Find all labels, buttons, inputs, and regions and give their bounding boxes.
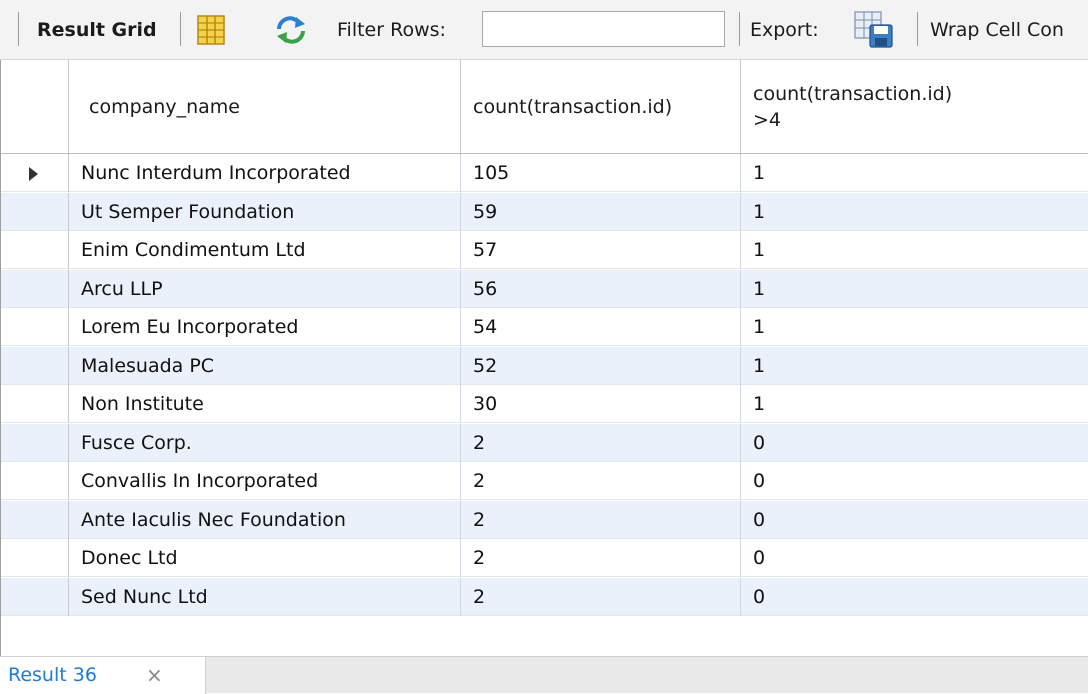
table-row[interactable]: Lorem Eu Incorporated 54 1 (1, 308, 1088, 346)
cell-count-gt4[interactable]: 1 (741, 154, 1088, 192)
toolbar-separator (18, 12, 19, 46)
row-gutter[interactable] (1, 308, 69, 346)
row-gutter[interactable] (1, 192, 69, 231)
row-gutter[interactable] (1, 231, 69, 269)
cell-count-gt4[interactable]: 0 (741, 578, 1088, 616)
row-gutter[interactable] (1, 346, 69, 385)
cell-count-gt4[interactable]: 0 (741, 424, 1088, 462)
cell-company-name[interactable]: Donec Ltd (69, 539, 461, 577)
cell-count[interactable]: 56 (461, 269, 741, 308)
header-gutter (1, 60, 69, 153)
row-gutter[interactable] (1, 462, 69, 500)
cell-company-name[interactable]: Ut Semper Foundation (69, 192, 461, 231)
result-grid: company_name count(transaction.id) count… (0, 60, 1088, 656)
table-row[interactable]: Arcu LLP 56 1 (1, 269, 1088, 308)
table-row[interactable]: Fusce Corp. 2 0 (1, 423, 1088, 462)
cell-count-gt4[interactable]: 1 (741, 347, 1088, 385)
table-row[interactable]: Sed Nunc Ltd 2 0 (1, 577, 1088, 616)
cell-count[interactable]: 2 (461, 577, 741, 616)
close-icon[interactable]: × (146, 657, 163, 693)
table-row[interactable]: Ut Semper Foundation 59 1 (1, 192, 1088, 231)
cell-count-gt4[interactable]: 1 (741, 385, 1088, 423)
cell-company-name[interactable]: Convallis In Incorporated (69, 462, 461, 500)
result-toolbar: Result Grid Filter Rows: Export: Wrap Ce… (0, 0, 1088, 60)
export-label: Export: (750, 19, 819, 41)
result-grid-button[interactable]: Result Grid (37, 0, 157, 60)
cell-company-name[interactable]: Enim Condimentum Ltd (69, 231, 461, 269)
grid-layout-icon[interactable] (194, 13, 228, 51)
filter-rows-label: Filter Rows: (337, 19, 446, 41)
result-tab-label: Result 36 (8, 664, 97, 686)
cell-company-name[interactable]: Ante Iaculis Nec Foundation (69, 500, 461, 539)
table-row[interactable]: Donec Ltd 2 0 (1, 539, 1088, 577)
cell-company-name[interactable]: Arcu LLP (69, 269, 461, 308)
cell-count-gt4[interactable]: 0 (741, 501, 1088, 539)
row-gutter[interactable] (1, 500, 69, 539)
row-gutter[interactable] (1, 539, 69, 577)
export-save-icon[interactable] (853, 10, 897, 54)
cell-company-name[interactable]: Nunc Interdum Incorporated (69, 154, 461, 192)
column-header-company-name[interactable]: company_name (69, 60, 461, 153)
table-row[interactable]: Non Institute 30 1 (1, 385, 1088, 423)
cell-count-gt4[interactable]: 1 (741, 193, 1088, 231)
column-header-count[interactable]: count(transaction.id) (461, 60, 741, 153)
cell-count[interactable]: 2 (461, 462, 741, 500)
toolbar-separator (180, 12, 181, 46)
toolbar-separator (739, 12, 740, 46)
cell-count[interactable]: 2 (461, 539, 741, 577)
cell-count-gt4[interactable]: 1 (741, 308, 1088, 346)
row-gutter[interactable] (1, 577, 69, 616)
cell-count[interactable]: 2 (461, 423, 741, 462)
column-header-label: count(transaction.id) (473, 95, 673, 118)
row-gutter[interactable] (1, 269, 69, 308)
wrap-cell-content-toggle[interactable]: Wrap Cell Con (930, 0, 1064, 60)
cell-count[interactable]: 57 (461, 231, 741, 269)
cell-count-gt4[interactable]: 0 (741, 539, 1088, 577)
refresh-icon[interactable] (274, 15, 308, 49)
filter-rows-input[interactable] (482, 11, 725, 47)
cell-company-name[interactable]: Fusce Corp. (69, 423, 461, 462)
cell-count[interactable]: 30 (461, 385, 741, 423)
table-row[interactable]: Enim Condimentum Ltd 57 1 (1, 231, 1088, 269)
cell-count-gt4[interactable]: 0 (741, 462, 1088, 500)
grid-header: company_name count(transaction.id) count… (1, 60, 1088, 154)
row-gutter[interactable] (1, 154, 69, 192)
toolbar-separator (917, 12, 918, 46)
cell-company-name[interactable]: Sed Nunc Ltd (69, 577, 461, 616)
cell-count-gt4[interactable]: 1 (741, 231, 1088, 269)
table-row[interactable]: Nunc Interdum Incorporated 105 1 (1, 154, 1088, 192)
column-header-count-gt4[interactable]: count(transaction.id) >4 (741, 60, 1088, 153)
result-tab[interactable]: Result 36 × (0, 657, 206, 694)
cell-count[interactable]: 2 (461, 500, 741, 539)
cell-count[interactable]: 105 (461, 154, 741, 192)
table-row[interactable]: Ante Iaculis Nec Foundation 2 0 (1, 500, 1088, 539)
row-gutter[interactable] (1, 385, 69, 423)
cell-count[interactable]: 59 (461, 192, 741, 231)
row-gutter[interactable] (1, 423, 69, 462)
row-selector-arrow-icon (29, 167, 38, 181)
cell-count-gt4[interactable]: 1 (741, 270, 1088, 308)
cell-company-name[interactable]: Lorem Eu Incorporated (69, 308, 461, 346)
cell-count[interactable]: 54 (461, 308, 741, 346)
cell-company-name[interactable]: Malesuada PC (69, 346, 461, 385)
column-header-label: company_name (89, 95, 240, 118)
table-row[interactable]: Malesuada PC 52 1 (1, 346, 1088, 385)
cell-count[interactable]: 52 (461, 346, 741, 385)
column-header-label: count(transaction.id) >4 (753, 82, 953, 131)
result-tab-bar: Result 36 × (0, 656, 1088, 694)
table-row[interactable]: Convallis In Incorporated 2 0 (1, 462, 1088, 500)
cell-company-name[interactable]: Non Institute (69, 385, 461, 423)
